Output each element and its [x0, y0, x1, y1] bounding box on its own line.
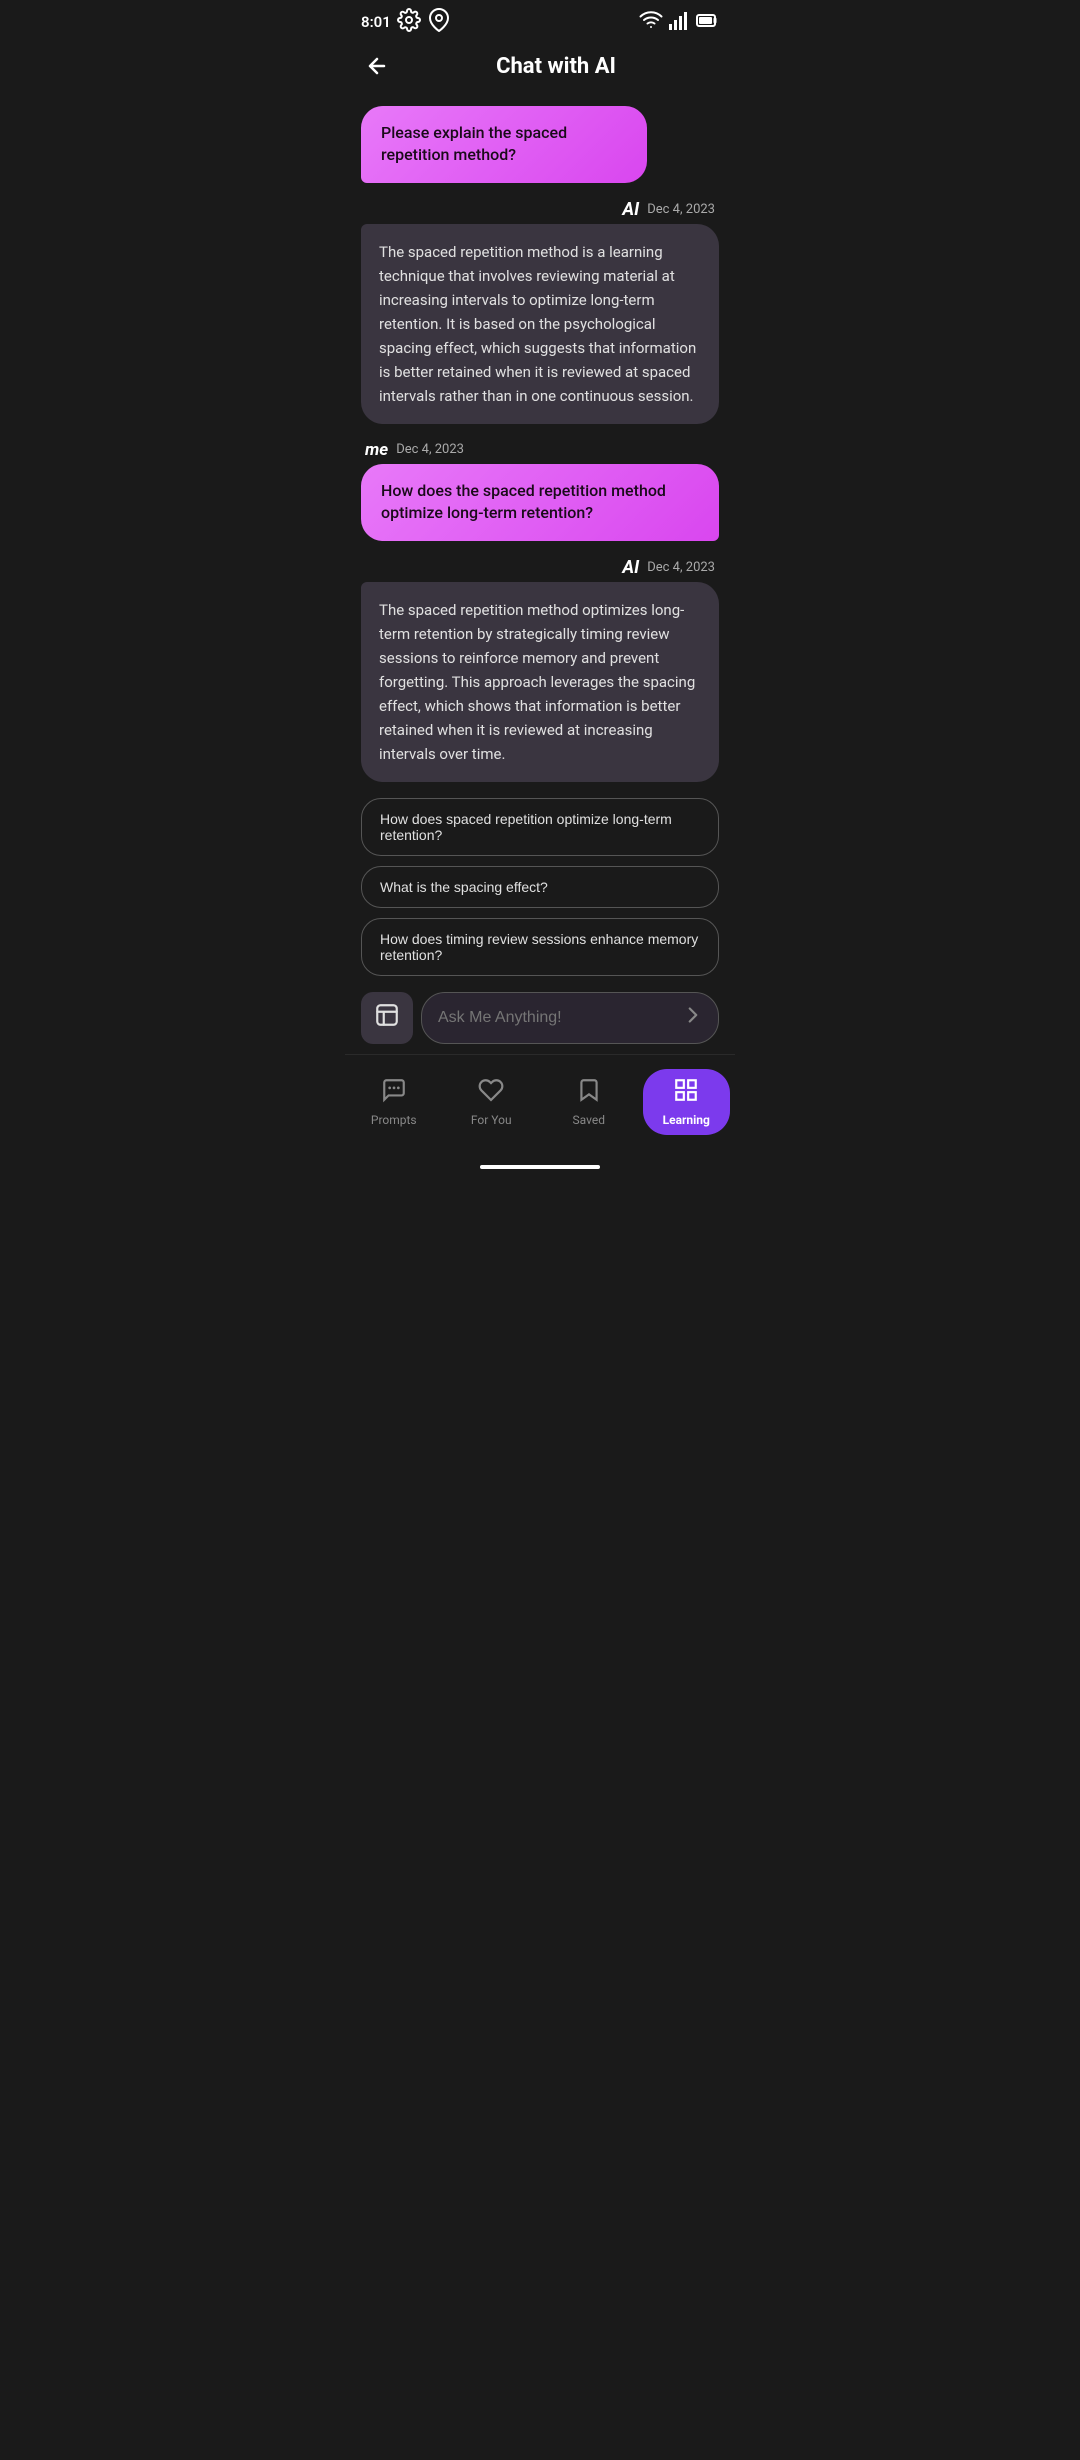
page-title: Chat with AI: [393, 54, 719, 79]
ai-bubble-2: The spaced repetition method optimizes l…: [361, 582, 719, 782]
suggestion-chip-1[interactable]: How does spaced repetition optimize long…: [361, 798, 719, 856]
nav-label-learning: Learning: [663, 1113, 710, 1127]
user-message-first: Please explain the spaced repetition met…: [361, 106, 647, 183]
suggestion-chip-3[interactable]: How does timing review sessions enhance …: [361, 918, 719, 976]
ai-label-2: AI: [622, 557, 639, 578]
input-area: [345, 984, 735, 1054]
nav-item-prompts[interactable]: Prompts: [345, 1073, 443, 1131]
ai-date-1: Dec 4, 2023: [647, 202, 715, 217]
nav-item-for-you[interactable]: For You: [443, 1073, 541, 1131]
ai-message-block-2: AI Dec 4, 2023 The spaced repetition met…: [361, 557, 719, 782]
ai-meta-1: AI Dec 4, 2023: [361, 199, 719, 220]
nav-item-saved[interactable]: Saved: [540, 1073, 638, 1131]
nav-label-saved: Saved: [573, 1113, 605, 1127]
settings-icon: [397, 8, 421, 36]
send-button[interactable]: [676, 998, 710, 1038]
me-message-block: me Dec 4, 2023 How does the spaced repet…: [361, 440, 719, 541]
status-bar: 8:01: [345, 0, 735, 40]
bookmark-icon: [576, 1077, 602, 1109]
ai-date-2: Dec 4, 2023: [647, 560, 715, 575]
ai-label-1: AI: [622, 199, 639, 220]
chat-input[interactable]: [438, 1009, 676, 1027]
suggestions-area: How does spaced repetition optimize long…: [345, 790, 735, 984]
ai-bubble-1: The spaced repetition method is a learni…: [361, 224, 719, 424]
wifi-icon: [639, 8, 663, 36]
ai-message-block-1: AI Dec 4, 2023 The spaced repetition met…: [361, 199, 719, 424]
me-label: me: [365, 440, 388, 460]
home-indicator: [480, 1165, 600, 1169]
battery-icon: [695, 8, 719, 36]
header: Chat with AI: [345, 40, 735, 98]
back-button[interactable]: [361, 50, 393, 82]
location-icon: [427, 8, 451, 36]
status-right: [639, 8, 719, 36]
status-time: 8:01: [361, 13, 391, 31]
grid-icon: [673, 1077, 699, 1109]
heart-icon: [478, 1077, 504, 1109]
signal-icon: [667, 8, 691, 36]
send-icon: [680, 1002, 706, 1034]
chat-area: Please explain the spaced repetition met…: [345, 98, 735, 790]
chat-input-wrapper: [421, 992, 719, 1044]
suggestion-chip-2[interactable]: What is the spacing effect?: [361, 866, 719, 908]
nav-item-learning[interactable]: Learning: [638, 1065, 736, 1139]
nav-label-prompts: Prompts: [371, 1113, 417, 1127]
prompts-icon: [381, 1077, 407, 1109]
bottom-nav: Prompts For You Saved: [345, 1054, 735, 1159]
status-left: 8:01: [361, 8, 451, 36]
ai-meta-2: AI Dec 4, 2023: [361, 557, 719, 578]
nav-label-for-you: For You: [471, 1113, 512, 1127]
me-date: Dec 4, 2023: [396, 442, 464, 457]
me-bubble: How does the spaced repetition method op…: [361, 464, 719, 541]
attachment-button[interactable]: [361, 992, 413, 1044]
nav-item-learning-bg: Learning: [643, 1069, 730, 1135]
me-meta: me Dec 4, 2023: [361, 440, 719, 460]
attachment-icon: [374, 1002, 400, 1034]
